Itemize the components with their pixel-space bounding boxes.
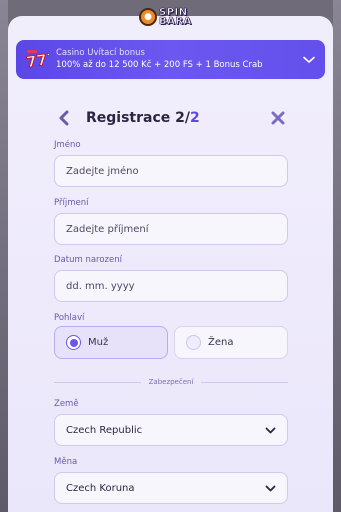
logo-text: SPIN BARA: [159, 7, 192, 27]
gender-option-label: Žena: [208, 337, 234, 348]
page-title: Registrace 2/2: [86, 110, 268, 126]
bonus-description: 100% až do 12 500 Kč + 200 FS + 1 Bonus …: [56, 60, 263, 70]
page-backdrop-left: [0, 0, 8, 512]
title-step: 2/: [175, 110, 191, 126]
currency-select[interactable]: Czech Koruna: [54, 472, 288, 504]
gender-selector: Muž Žena: [54, 326, 288, 359]
birth-date-input[interactable]: [54, 270, 288, 302]
radio-checked-icon: [66, 335, 81, 350]
first-name-input[interactable]: [54, 155, 288, 187]
security-divider: Zabezpečení: [54, 376, 289, 388]
birth-date-label: Datum narození: [54, 255, 122, 265]
chevron-down-icon[interactable]: [299, 56, 319, 64]
title-total: 2: [190, 110, 200, 126]
gender-label: Pohlaví: [54, 313, 85, 323]
registration-modal: 777 Casino Uvítací bonus 100% až do 12 5…: [8, 16, 333, 512]
divider-line: [201, 381, 289, 383]
gender-option-female[interactable]: Žena: [174, 326, 288, 359]
777-icon: 777: [24, 47, 50, 73]
bonus-text: Casino Uvítací bonus 100% až do 12 500 K…: [56, 47, 299, 72]
gender-option-male[interactable]: Muž: [54, 326, 168, 359]
bonus-banner[interactable]: 777 Casino Uvítací bonus 100% až do 12 5…: [16, 40, 325, 79]
close-icon: [271, 111, 285, 125]
chevron-left-icon: [59, 110, 69, 126]
currency-value: Czech Koruna: [66, 482, 135, 494]
capybara-logo-icon: ●: [139, 8, 157, 26]
title-text: Registrace: [86, 110, 171, 126]
country-select[interactable]: Czech Republic: [54, 414, 288, 446]
divider-line: [54, 381, 141, 383]
registration-header: Registrace 2/2: [54, 104, 288, 132]
gender-option-label: Muž: [88, 337, 109, 348]
security-divider-label: Zabezpečení: [148, 378, 194, 386]
last-name-input[interactable]: [54, 213, 288, 245]
bonus-title: Casino Uvítací bonus: [56, 48, 145, 58]
chevron-down-icon: [265, 485, 276, 491]
last-name-label: Příjmení: [54, 198, 89, 208]
logo-line-2: BARA: [159, 16, 192, 27]
back-button[interactable]: [58, 108, 78, 128]
radio-unchecked-icon: [186, 335, 201, 350]
page-backdrop-right: [333, 0, 341, 512]
chevron-down-icon: [265, 427, 276, 433]
first-name-label: Jméno: [54, 140, 81, 150]
country-label: Země: [54, 399, 79, 409]
country-value: Czech Republic: [66, 424, 143, 436]
spinbara-logo: ● SPIN BARA: [139, 4, 203, 30]
currency-label: Měna: [54, 457, 78, 467]
close-button[interactable]: [268, 108, 288, 128]
